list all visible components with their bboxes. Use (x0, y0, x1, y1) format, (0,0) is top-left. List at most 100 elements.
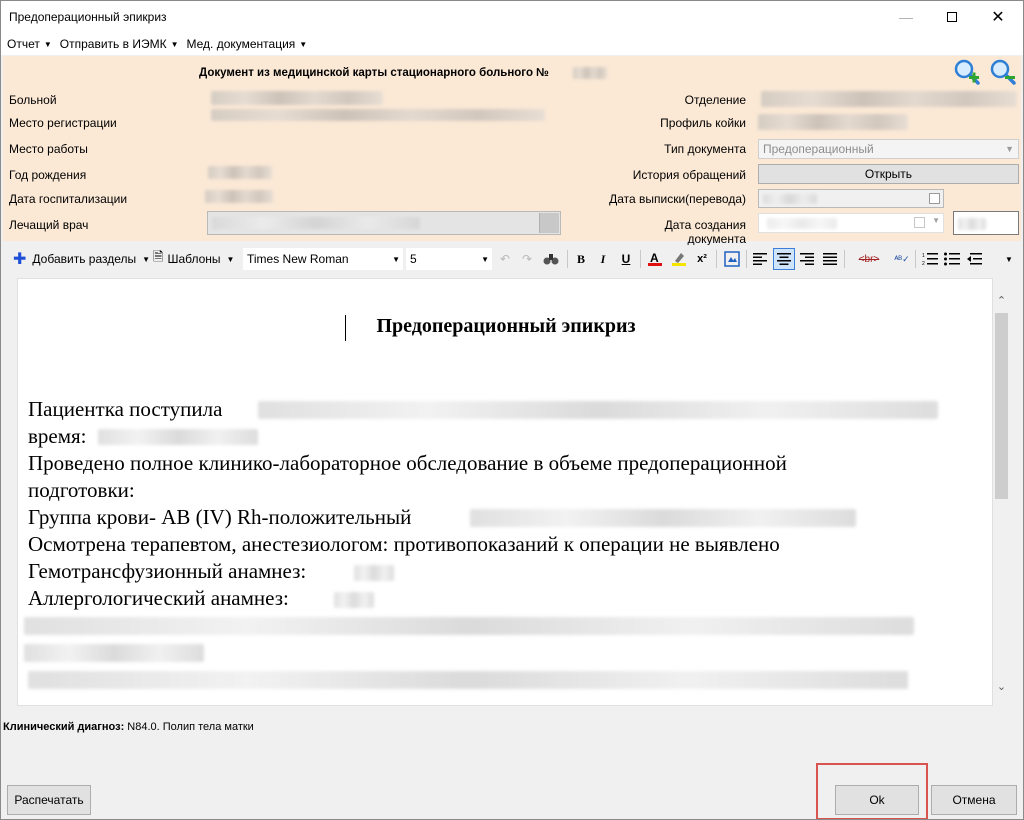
align-left-icon[interactable] (751, 250, 769, 268)
label-doctor: Лечащий врач (9, 218, 89, 232)
image-icon[interactable] (723, 250, 741, 268)
discharge-date-field[interactable] (758, 189, 944, 208)
svg-text:A: A (650, 251, 659, 265)
editor-line: Проведено полное клинико-лабораторное об… (28, 451, 787, 475)
templates-button[interactable]: 🗎 Шаблоны ▼ (153, 245, 234, 273)
patient-header: Документ из медицинской карты стационарн… (3, 56, 1021, 246)
find-icon[interactable] (542, 250, 560, 268)
editor-toolbar: ✚ Добавить разделы ▼ 🗎 Шаблоны ▼ Times N… (3, 245, 1021, 273)
window-title: Предоперационный эпикриз (9, 10, 167, 24)
spellcheck-icon[interactable]: ᴬᴮ✓ (893, 250, 911, 268)
editor-line: Осмотрена терапевтом, анестезиологом: пр… (28, 532, 780, 556)
editor-line: время: (28, 424, 87, 448)
bold-button[interactable]: B (572, 250, 590, 268)
redacted-created-date (767, 218, 837, 229)
editor-line: Пациентка поступила (28, 397, 223, 421)
underline-button[interactable]: U (617, 250, 635, 268)
menu-label: Отчет (7, 37, 40, 51)
toolbar-separator (915, 250, 916, 268)
maximize-icon (947, 12, 957, 22)
toolbar-separator (567, 250, 568, 268)
font-family-select[interactable]: Times New Roman ▼ (243, 248, 403, 270)
chevron-down-icon: ▼ (43, 39, 52, 49)
maximize-button[interactable] (929, 1, 975, 33)
line-break-button[interactable]: <br> (851, 250, 887, 268)
chevron-down-icon: ▼ (932, 216, 940, 225)
editor-line: подготовки: (28, 478, 135, 502)
document-heading: Предоперационный эпикриз (376, 315, 636, 337)
align-right-icon[interactable] (798, 250, 816, 268)
scrollbar-thumb[interactable] (995, 313, 1008, 499)
zoom-out-icon[interactable] (989, 58, 1017, 86)
chevron-down-icon: ▼ (299, 39, 308, 49)
doctor-lookup-button[interactable] (539, 213, 559, 233)
document-editor[interactable]: Предоперационный эпикриз Пациентка посту… (17, 278, 993, 706)
undo-icon[interactable]: ↶ (496, 250, 514, 268)
close-button[interactable]: ✕ (975, 1, 1021, 33)
scroll-up-icon[interactable]: ⌃ (993, 291, 1010, 309)
chevron-down-icon: ▼ (392, 254, 400, 264)
label-hosp-date: Дата госпитализации (9, 192, 128, 206)
minimize-button[interactable]: — (883, 1, 929, 33)
doc-type-value: Предоперационный (763, 142, 874, 156)
time-field[interactable] (953, 211, 1019, 235)
label-registration: Место регистрации (9, 116, 117, 130)
outdent-icon[interactable] (965, 250, 983, 268)
zoom-in-icon[interactable] (953, 58, 981, 86)
menu-report[interactable]: Отчет ▼ (7, 37, 52, 51)
scroll-down-icon[interactable]: ⌄ (993, 677, 1010, 695)
toolbar-separator (716, 250, 717, 268)
font-color-icon[interactable]: A (646, 250, 664, 268)
minimize-icon: — (899, 9, 913, 25)
redacted-text (354, 565, 394, 581)
svg-text:1: 1 (922, 253, 925, 259)
superscript-button[interactable]: x² (693, 250, 711, 268)
bullet-list-icon[interactable] (943, 250, 961, 268)
redacted-time (958, 218, 986, 230)
checkbox-icon[interactable] (929, 193, 940, 204)
cancel-button[interactable]: Отмена (931, 785, 1017, 815)
toolbar-overflow-icon[interactable]: ▼ (1000, 250, 1018, 268)
highlight-icon[interactable] (670, 250, 688, 268)
redacted-text (334, 592, 374, 608)
font-size-select[interactable]: 5 ▼ (406, 248, 492, 270)
align-center-icon[interactable] (773, 248, 795, 270)
redacted-discharge-date (763, 194, 817, 204)
ok-button[interactable]: Ok (835, 785, 919, 815)
chevron-down-icon: ▼ (481, 254, 489, 264)
redacted-text (470, 509, 856, 527)
align-justify-icon[interactable] (821, 250, 839, 268)
label-history: История обращений (632, 168, 746, 182)
redacted-text (258, 401, 938, 419)
menu-bar: Отчет ▼ Отправить в ИЭМК ▼ Мед. документац… (1, 33, 1023, 55)
editor-line: Гемотрансфузионный анамнез: (28, 559, 307, 583)
redacted-hosp-date (205, 190, 273, 203)
label-doc-type: Тип документа (664, 142, 746, 156)
redacted-department (761, 91, 1017, 107)
editor-line: Группа крови- AB (IV) Rh-положительный (28, 505, 412, 529)
chevron-down-icon: ▼ (1005, 144, 1014, 154)
menu-send-iemk[interactable]: Отправить в ИЭМК ▼ (60, 37, 179, 51)
clinical-diagnosis: Клинический диагноз: N84.0. Полип тела м… (3, 721, 254, 733)
chevron-down-icon: ▼ (142, 254, 151, 264)
open-history-button[interactable]: Открыть (758, 164, 1019, 184)
label-department: Отделение (684, 93, 746, 107)
checkbox-icon[interactable] (914, 217, 925, 228)
toolbar-separator (746, 250, 747, 268)
italic-button[interactable]: I (594, 250, 612, 268)
redacted-birth-year (208, 166, 272, 179)
editor-line: Аллергологический анамнез: (28, 586, 289, 610)
add-sections-label: Добавить разделы (32, 252, 137, 266)
templates-label: Шаблоны (167, 252, 221, 266)
redacted-text (24, 617, 914, 635)
doc-type-select[interactable]: Предоперационный ▼ (758, 139, 1019, 159)
menu-med-docs[interactable]: Мед. документация ▼ (186, 37, 307, 51)
doctor-field[interactable] (207, 211, 561, 235)
add-sections-button[interactable]: ✚ Добавить разделы ▼ (13, 245, 150, 273)
numbered-list-icon[interactable]: 12 (921, 250, 939, 268)
print-button[interactable]: Распечатать (7, 785, 91, 815)
redo-icon[interactable]: ↷ (518, 250, 536, 268)
editor-scrollbar[interactable]: ⌃ ⌄ (993, 289, 1010, 699)
diagnosis-label: Клинический диагноз: (3, 721, 125, 733)
created-date-field[interactable]: ▼ (758, 213, 944, 233)
